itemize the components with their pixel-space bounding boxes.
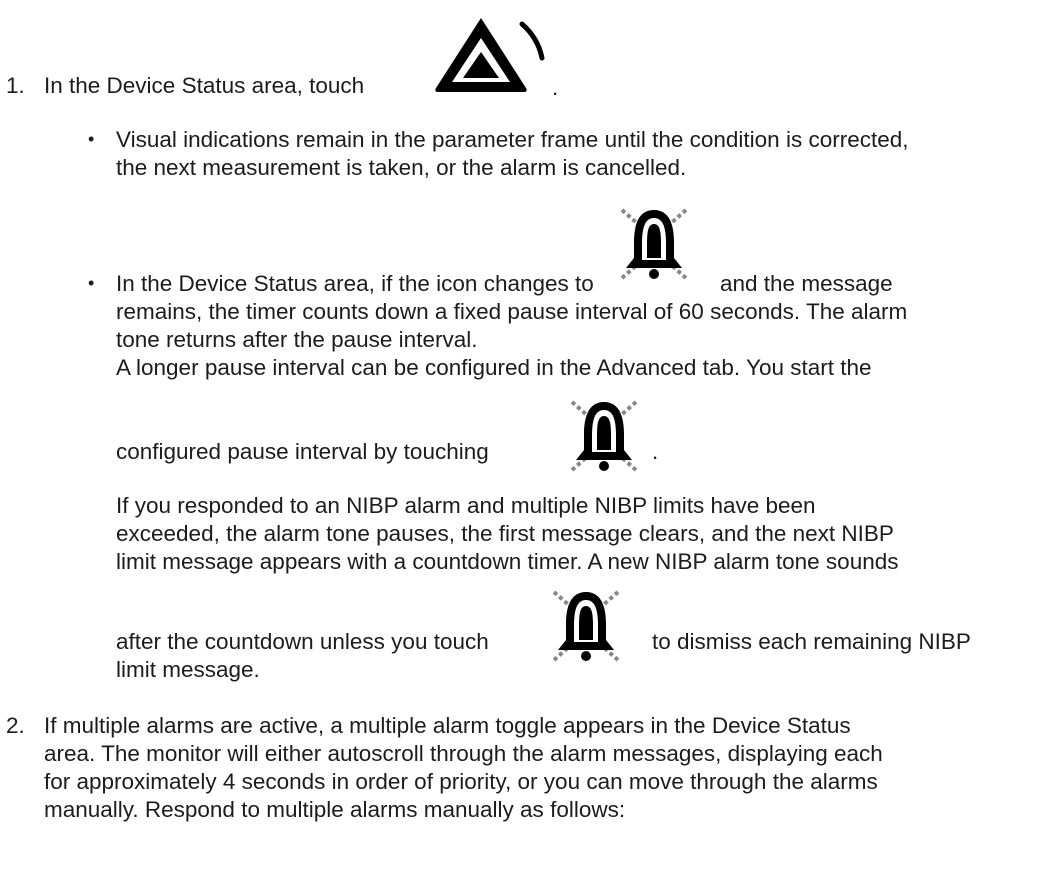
step-number: 1.: [6, 73, 25, 98]
bullet-2-line-1b: and the message: [720, 271, 893, 296]
bullet-2-line-3: tone returns after the pause interval.: [116, 327, 478, 352]
bullet-marker: •: [88, 273, 95, 293]
bullet-2-line-1a: In the Device Status area, if the icon c…: [116, 271, 594, 296]
bullet-1-line-1: Visual indications remain in the paramet…: [116, 127, 909, 152]
bullet-2-line-4: A longer pause interval can be configure…: [116, 355, 872, 380]
bullet-2-para-2-line-5: limit message.: [116, 657, 260, 682]
step-2-line-2: area. The monitor will either autoscroll…: [44, 741, 883, 766]
bullet-2-line-5a: configured pause interval by touching: [116, 439, 489, 464]
bullet-2-para-2-line-3: limit message appears with a countdown t…: [116, 549, 899, 574]
step-number: 2.: [6, 713, 25, 738]
bullet-2-para-2-line-4b: to dismiss each remaining NIBP: [652, 629, 971, 654]
alarm-paused-bell-icon: [570, 400, 638, 472]
bullet-2-line-5b: .: [652, 439, 659, 464]
bullet-2-para-2-line-4a: after the countdown unless you touch: [116, 629, 489, 654]
bullet-2-para-2-line-2: exceeded, the alarm tone pauses, the fir…: [116, 521, 894, 546]
step-1-period: .: [552, 75, 559, 100]
step-2-line-4: manually. Respond to multiple alarms man…: [44, 797, 626, 822]
step-2-line-1: If multiple alarms are active, a multipl…: [44, 713, 851, 738]
bullet-1-line-2: the next measurement is taken, or the al…: [116, 155, 687, 180]
bullet-2-para-2-line-1: If you responded to an NIBP alarm and mu…: [116, 493, 816, 518]
alarm-triangle-icon: [435, 18, 545, 92]
bullet-marker: •: [88, 129, 95, 149]
alarm-paused-bell-icon: [620, 208, 688, 280]
alarm-paused-bell-icon: [552, 590, 620, 662]
step-1-text: In the Device Status area, touch: [44, 73, 365, 98]
bullet-2-line-2: remains, the timer counts down a fixed p…: [116, 299, 908, 324]
step-2-line-3: for approximately 4 seconds in order of …: [44, 769, 878, 794]
